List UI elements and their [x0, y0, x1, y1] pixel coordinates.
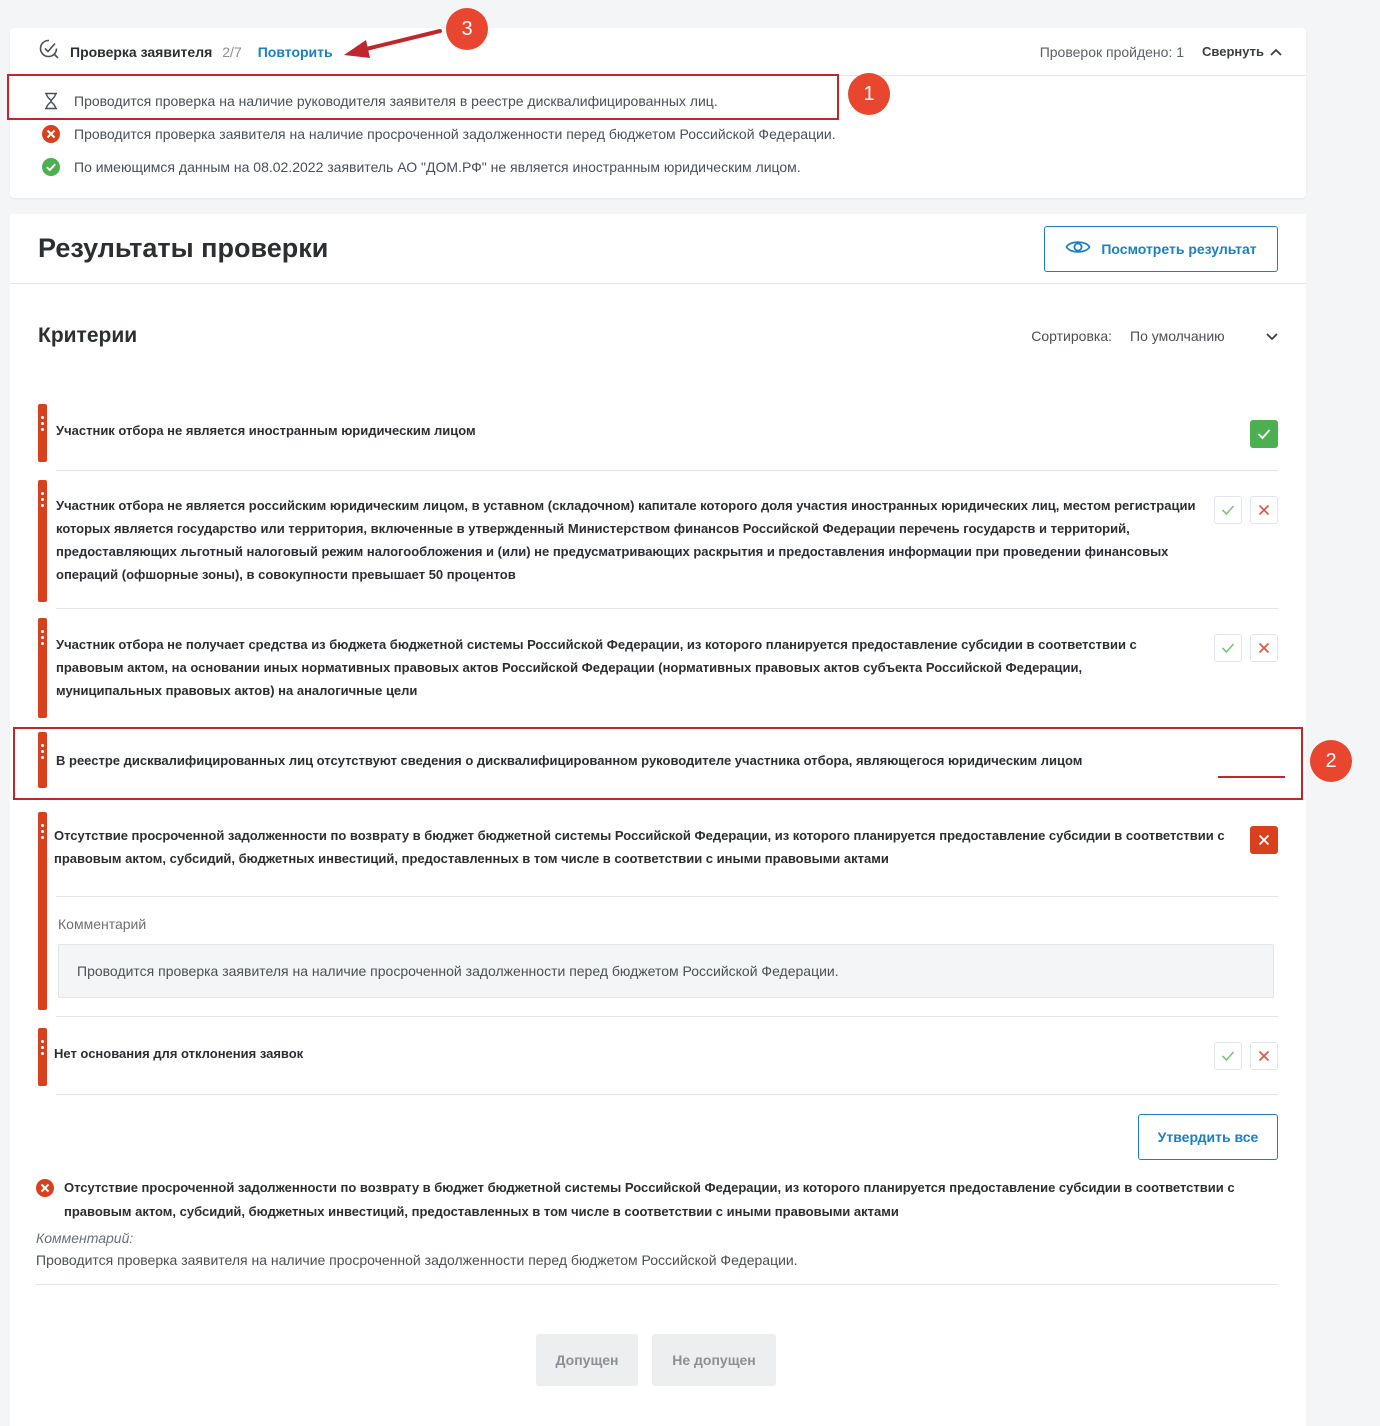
criterion-divider	[56, 1016, 1278, 1017]
applicant-check-summary: Проверок пройдено: 1 Свернуть	[1040, 44, 1282, 60]
criterion-item: Нет основания для отклонения заявок	[38, 1028, 1278, 1098]
approve-all-button[interactable]: Утвердить все	[1138, 1114, 1278, 1160]
view-result-button[interactable]: Посмотреть результат	[1044, 225, 1278, 272]
criterion-divider	[56, 896, 1278, 897]
check-icon	[1221, 505, 1235, 516]
sort-selected-value: По умолчанию	[1130, 328, 1225, 344]
drag-handle[interactable]	[38, 1028, 47, 1086]
annotation-marker-3: 3	[446, 8, 488, 50]
criterion-item: Участник отбора не является российским ю…	[38, 480, 1278, 610]
criterion-actions	[1214, 1042, 1278, 1070]
drag-handle[interactable]	[38, 618, 47, 718]
not-admitted-button[interactable]: Не допущен	[652, 1334, 776, 1386]
check-icon	[1221, 643, 1235, 654]
reject-button[interactable]	[1250, 634, 1278, 662]
annotation-arrow-icon	[344, 29, 442, 58]
eye-icon	[1065, 238, 1091, 259]
applicant-check-title-group: Проверка заявителя 2/7 Повторить	[38, 37, 333, 66]
check-status-text: Проводится проверка заявителя на наличие…	[74, 125, 836, 142]
success-circle-icon	[42, 157, 60, 176]
checks-passed-count: Проверок пройдено: 1	[1039, 43, 1185, 60]
reject-button[interactable]	[1250, 496, 1278, 524]
close-icon	[1258, 504, 1270, 516]
reject-button[interactable]	[1250, 826, 1278, 854]
close-icon	[1258, 642, 1270, 654]
criterion-text: Участник отбора не является иностранным …	[56, 423, 476, 438]
results-panel: Результаты проверки Посмотреть результат…	[10, 214, 1306, 1426]
criterion-text: Участник отбора не является российским ю…	[56, 498, 1196, 582]
criterion-divider	[56, 608, 1278, 609]
criterion-item: Участник отбора не является иностранным …	[38, 404, 1278, 472]
criterion-divider	[56, 1094, 1278, 1095]
check-status-row: Проводится проверка заявителя на наличие…	[42, 117, 1306, 150]
check-icon	[1257, 429, 1271, 440]
criteria-title: Критерии	[38, 324, 138, 347]
comment-label: Комментарий	[58, 916, 147, 932]
admitted-button[interactable]: Допущен	[536, 1334, 638, 1386]
approve-button[interactable]	[1214, 496, 1242, 524]
approve-button[interactable]	[1214, 1042, 1242, 1070]
applicant-check-header: Проверка заявителя 2/7 Повторить Проверо…	[10, 28, 1306, 76]
annotation-box-1	[7, 74, 839, 120]
sort-select[interactable]: По умолчанию	[1130, 328, 1278, 344]
sort-control: Сортировка: По умолчанию	[1031, 328, 1278, 344]
decision-buttons: Допущен Не допущен	[536, 1334, 776, 1386]
summary-comment-text: Проводится проверка заявителя на наличие…	[36, 1252, 798, 1268]
annotation-underline	[1218, 776, 1285, 778]
criterion-divider	[56, 470, 1278, 471]
annotation-marker-2: 2	[1310, 740, 1352, 782]
annotation-marker-1: 1	[848, 73, 890, 115]
chevron-up-icon	[1270, 44, 1282, 59]
reject-button[interactable]	[1250, 1042, 1278, 1070]
criterion-item: Отсутствие просроченной задолженности по…	[38, 812, 1278, 1022]
summary-comment-label: Комментарий:	[36, 1230, 134, 1246]
collapse-button[interactable]: Свернуть	[1202, 44, 1282, 59]
error-circle-icon	[42, 124, 60, 143]
check-icon	[1221, 1051, 1235, 1062]
check-status-text: По имеющимся данным на 08.02.2022 заявит…	[74, 158, 801, 175]
approve-button[interactable]	[1214, 634, 1242, 662]
sort-label: Сортировка:	[1031, 328, 1112, 344]
page-title: Результаты проверки	[38, 233, 329, 263]
drag-handle[interactable]	[38, 404, 47, 462]
applicant-check-count: 2/7	[222, 43, 242, 60]
criterion-text: Нет основания для отклонения заявок	[54, 1046, 304, 1061]
check-status-row: По имеющимся данным на 08.02.2022 заявит…	[42, 150, 1306, 183]
criteria-header: Критерии Сортировка: По умолчанию	[38, 324, 1278, 348]
view-result-label: Посмотреть результат	[1101, 240, 1257, 257]
comment-field[interactable]: Проводится проверка заявителя на наличие…	[58, 944, 1274, 998]
criterion-actions	[1250, 826, 1278, 854]
criterion-text: Участник отбора не получает средства из …	[56, 637, 1137, 698]
applicant-check-title: Проверка заявителя	[70, 43, 213, 60]
criterion-actions	[1214, 496, 1278, 524]
check-progress-icon	[38, 37, 62, 66]
close-icon	[1258, 1050, 1270, 1062]
collapse-label: Свернуть	[1202, 44, 1264, 59]
summary-divider	[36, 1284, 1278, 1285]
annotation-box-2	[13, 727, 1303, 800]
criterion-actions	[1250, 420, 1278, 448]
error-circle-icon	[36, 1179, 54, 1197]
chevron-down-icon	[1266, 328, 1278, 344]
close-icon	[1258, 834, 1270, 846]
summary-line: Отсутствие просроченной задолженности по…	[36, 1176, 1278, 1224]
result-summary: Отсутствие просроченной задолженности по…	[36, 1176, 1278, 1285]
drag-handle[interactable]	[38, 480, 47, 602]
summary-text: Отсутствие просроченной задолженности по…	[64, 1180, 1235, 1219]
criterion-text: Отсутствие просроченной задолженности по…	[54, 828, 1225, 866]
drag-handle[interactable]	[38, 812, 47, 1010]
approve-button[interactable]	[1250, 420, 1278, 448]
criterion-item: Участник отбора не получает средства из …	[38, 618, 1278, 728]
repeat-link[interactable]: Повторить	[258, 44, 333, 60]
page: Проверка заявителя 2/7 Повторить Проверо…	[0, 0, 1380, 1426]
results-header: Результаты проверки Посмотреть результат	[10, 214, 1306, 284]
criterion-actions	[1214, 634, 1278, 662]
